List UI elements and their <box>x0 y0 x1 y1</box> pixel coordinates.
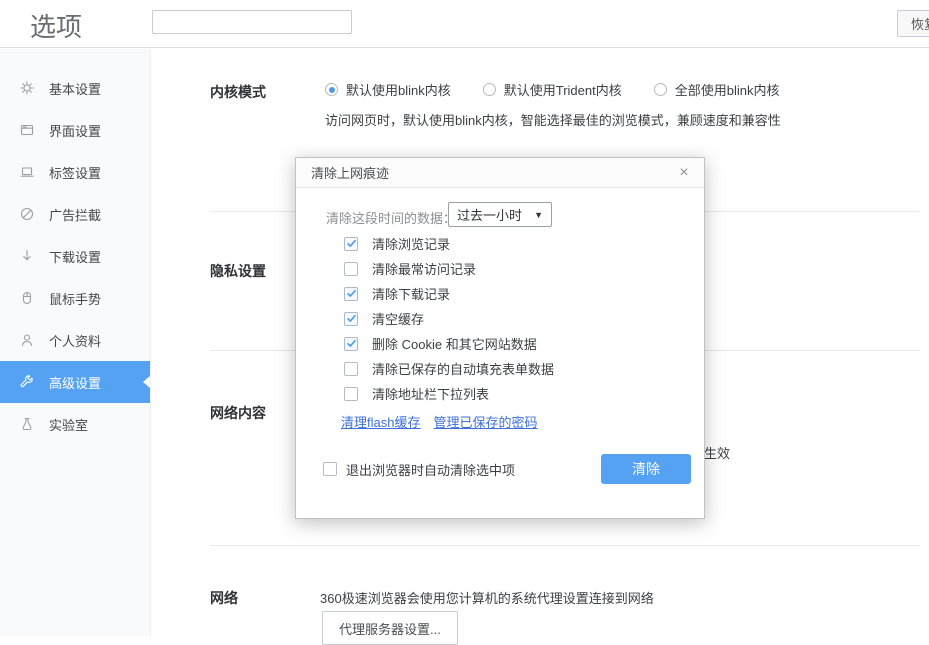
search-input[interactable] <box>152 10 352 34</box>
close-icon[interactable]: × <box>674 163 694 183</box>
block-icon <box>19 206 35 222</box>
kernel-mode-label: 内核模式 <box>210 82 266 102</box>
chevron-down-icon: ▼ <box>534 210 543 220</box>
radio-circle-icon <box>325 83 338 96</box>
radio-label: 全部使用blink内核 <box>675 80 780 99</box>
checkbox-label: 清除浏览记录 <box>372 234 450 253</box>
dialog-titlebar: 清除上网痕迹 × <box>296 158 704 188</box>
radio-circle-icon <box>483 83 496 96</box>
sidebar-item-download-settings[interactable]: 下载设置 <box>0 235 150 277</box>
sidebar-item-tab-settings[interactable]: 标签设置 <box>0 151 150 193</box>
time-range-label: 清除这段时间的数据： <box>326 208 456 227</box>
checkbox-label: 清除下载记录 <box>372 284 450 303</box>
network-label: 网络 <box>210 588 238 608</box>
tab-icon <box>19 164 35 180</box>
clear-browsing-traces-dialog: 清除上网痕迹 × 清除这段时间的数据： 过去一小时 ▼ 清除浏览记录 清除最常访… <box>295 157 705 519</box>
checkbox-label: 退出浏览器时自动清除选中项 <box>346 460 515 479</box>
window-icon <box>19 122 35 138</box>
checkbox-clear-autofill[interactable]: 清除已保存的自动填充表单数据 <box>344 356 554 381</box>
checkbox-label: 清除地址栏下拉列表 <box>372 384 489 403</box>
header: 选项 恢复 <box>0 0 929 48</box>
privacy-settings-label: 隐私设置 <box>210 261 266 281</box>
wrench-icon <box>19 374 35 390</box>
checkbox-icon <box>344 237 358 251</box>
section-divider <box>210 545 919 546</box>
kernel-mode-description: 访问网页时，默认使用blink内核，智能选择最佳的浏览模式，兼顾速度和兼容性 <box>325 110 781 129</box>
gear-icon <box>19 80 35 96</box>
radio-circle-icon <box>654 83 667 96</box>
checkbox-clear-download-history[interactable]: 清除下载记录 <box>344 281 554 306</box>
sidebar-item-advanced-settings[interactable]: 高级设置 <box>0 361 150 403</box>
checkbox-icon <box>344 337 358 351</box>
checkbox-label: 删除 Cookie 和其它网站数据 <box>372 334 537 353</box>
sidebar-item-label: 下载设置 <box>49 247 101 266</box>
proxy-server-settings-button[interactable]: 代理服务器设置... <box>322 611 458 645</box>
restore-defaults-button[interactable]: 恢复 <box>897 10 929 37</box>
kernel-mode-radio-group: 默认使用blink内核 默认使用Trident内核 全部使用blink内核 <box>325 80 779 99</box>
checkbox-icon <box>323 462 337 476</box>
sidebar-item-label: 基本设置 <box>49 79 101 98</box>
sidebar-item-ad-block[interactable]: 广告拦截 <box>0 193 150 235</box>
radio-label: 默认使用blink内核 <box>346 80 451 99</box>
checkbox-label: 清空缓存 <box>372 309 424 328</box>
checkbox-clear-addressbar-dropdown[interactable]: 清除地址栏下拉列表 <box>344 381 554 406</box>
page-title: 选项 <box>30 7 82 44</box>
network-description: 360极速浏览器会使用您计算机的系统代理设置连接到网络 <box>320 588 654 607</box>
clear-button[interactable]: 清除 <box>601 454 691 484</box>
sidebar-item-label: 标签设置 <box>49 163 101 182</box>
mouse-icon <box>19 290 35 306</box>
radio-all-blink[interactable]: 全部使用blink内核 <box>654 80 780 99</box>
flask-icon <box>19 416 35 432</box>
person-icon <box>19 332 35 348</box>
manage-saved-passwords-link[interactable]: 管理已保存的密码 <box>433 412 537 431</box>
sidebar-item-label: 个人资料 <box>49 331 101 350</box>
checkbox-icon <box>344 287 358 301</box>
download-icon <box>19 248 35 264</box>
sidebar-item-basic-settings[interactable]: 基本设置 <box>0 67 150 109</box>
web-content-label: 网络内容 <box>210 403 266 423</box>
sidebar-item-label: 鼠标手势 <box>49 289 101 308</box>
checkbox-delete-cookies[interactable]: 删除 Cookie 和其它网站数据 <box>344 331 554 356</box>
sidebar-item-label: 高级设置 <box>49 373 101 392</box>
dialog-title: 清除上网痕迹 <box>311 163 389 182</box>
checkbox-icon <box>344 262 358 276</box>
radio-label: 默认使用Trident内核 <box>504 80 622 99</box>
sidebar-item-profile[interactable]: 个人资料 <box>0 319 150 361</box>
sidebar-item-label: 界面设置 <box>49 121 101 140</box>
checkbox-label: 清除最常访问记录 <box>372 259 476 278</box>
sidebar-item-lab[interactable]: 实验室 <box>0 403 150 445</box>
checkbox-label: 清除已保存的自动填充表单数据 <box>372 359 554 378</box>
time-range-dropdown[interactable]: 过去一小时 ▼ <box>448 202 552 227</box>
checkbox-clear-most-visited[interactable]: 清除最常访问记录 <box>344 256 554 281</box>
checkbox-clear-on-exit[interactable]: 退出浏览器时自动清除选中项 <box>323 454 515 484</box>
radio-default-blink[interactable]: 默认使用blink内核 <box>325 80 451 99</box>
radio-default-trident[interactable]: 默认使用Trident内核 <box>483 80 622 99</box>
checkbox-icon <box>344 312 358 326</box>
dialog-links: 清理flash缓存 管理已保存的密码 <box>341 412 537 431</box>
sidebar-item-interface-settings[interactable]: 界面设置 <box>0 109 150 151</box>
checkbox-icon <box>344 362 358 376</box>
clear-flash-cache-link[interactable]: 清理flash缓存 <box>341 412 420 431</box>
sidebar-item-mouse-gestures[interactable]: 鼠标手势 <box>0 277 150 319</box>
checkbox-icon <box>344 387 358 401</box>
time-range-value: 过去一小时 <box>457 205 522 224</box>
checkbox-clear-browsing-history[interactable]: 清除浏览记录 <box>344 231 554 256</box>
clear-options-list: 清除浏览记录 清除最常访问记录 清除下载记录 清空缓存 删除 Cookie 和其… <box>344 231 554 406</box>
sidebar: 基本设置 界面设置 标签设置 广告拦截 下载设置 鼠标手势 个人资料 <box>0 49 151 636</box>
checkbox-clear-cache[interactable]: 清空缓存 <box>344 306 554 331</box>
obscured-partial-text: 生效 <box>704 443 730 462</box>
sidebar-item-label: 实验室 <box>49 415 88 434</box>
sidebar-item-label: 广告拦截 <box>49 205 101 224</box>
